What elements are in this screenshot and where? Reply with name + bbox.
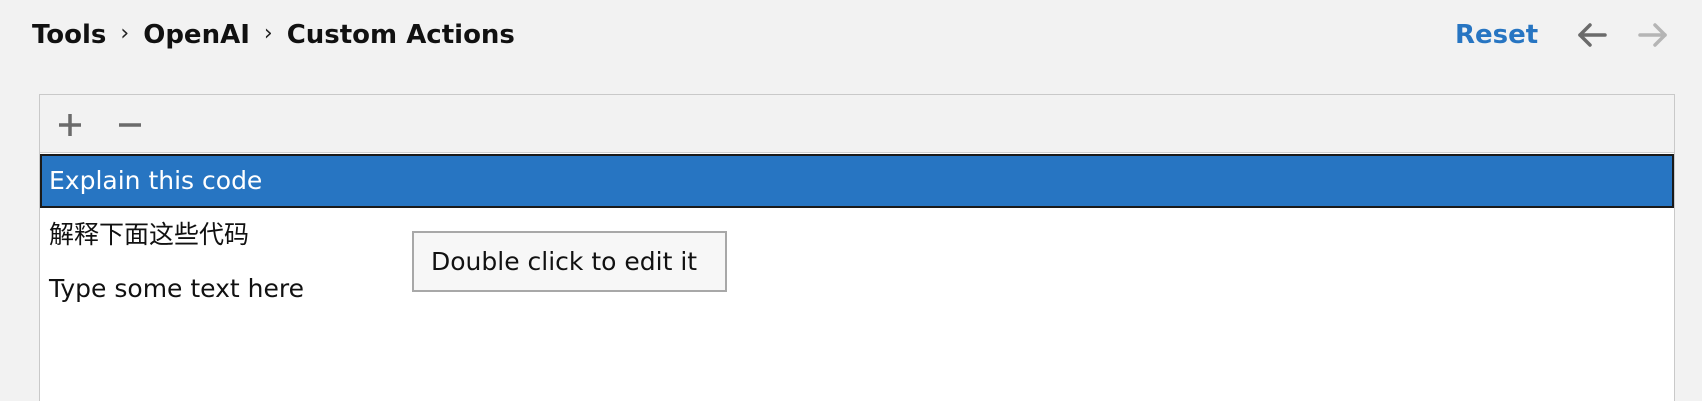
settings-page: Tools › OpenAI › Custom Actions Reset Ex… <box>0 0 1702 401</box>
list-toolbar <box>40 95 1674 153</box>
remove-action-button[interactable] <box>112 107 148 143</box>
breadcrumb-item-tools[interactable]: Tools <box>32 20 106 50</box>
arrow-right-icon <box>1638 23 1667 47</box>
breadcrumb: Tools › OpenAI › Custom Actions <box>32 16 515 54</box>
minus-icon <box>119 123 141 127</box>
plus-icon <box>59 114 81 136</box>
forward-button[interactable] <box>1636 18 1670 52</box>
arrow-left-icon <box>1578 23 1607 47</box>
list-item[interactable]: Explain this code <box>40 154 1674 208</box>
breadcrumb-item-openai[interactable]: OpenAI <box>143 20 250 50</box>
list-item[interactable]: Type some text here <box>40 262 1674 316</box>
add-action-button[interactable] <box>52 107 88 143</box>
actions-list: Explain this code 解释下面这些代码 Type some tex… <box>40 154 1674 316</box>
reset-button[interactable]: Reset <box>1455 16 1538 54</box>
list-item[interactable]: 解释下面这些代码 <box>40 208 1674 262</box>
header: Tools › OpenAI › Custom Actions Reset <box>0 0 1702 70</box>
back-button[interactable] <box>1575 18 1609 52</box>
breadcrumb-separator: › <box>263 20 273 46</box>
breadcrumb-item-custom-actions: Custom Actions <box>286 20 515 50</box>
edit-tooltip: Double click to edit it <box>412 231 727 292</box>
custom-actions-panel: Explain this code 解释下面这些代码 Type some tex… <box>39 94 1675 401</box>
breadcrumb-separator: › <box>120 20 130 46</box>
